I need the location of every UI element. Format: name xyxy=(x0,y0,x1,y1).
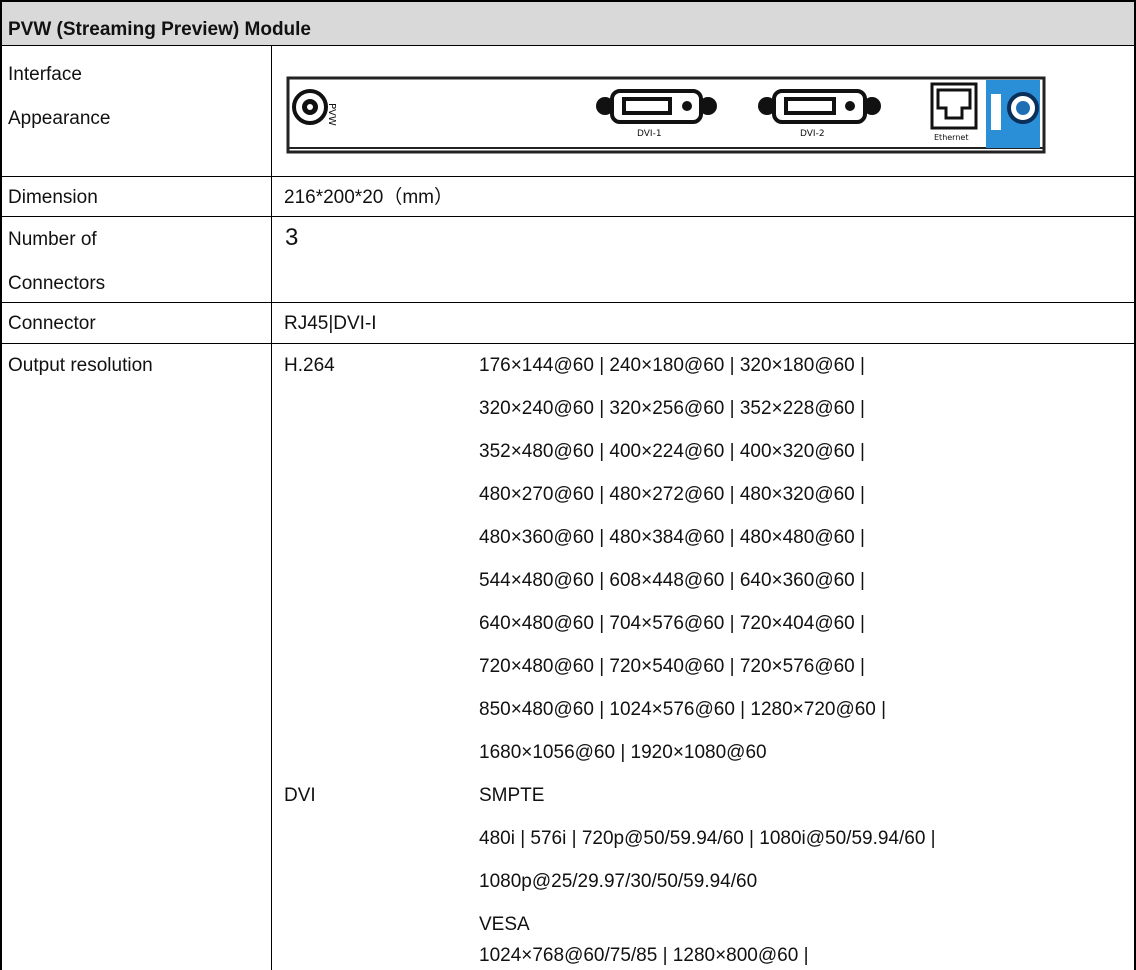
dvi-label: DVI xyxy=(284,785,316,806)
border xyxy=(0,343,1136,344)
resolution-line: 480×360@60 | 480×384@60 | 480×480@60 | xyxy=(479,527,865,548)
panel-side-text: PVW xyxy=(326,103,337,126)
blue-connector-icon xyxy=(986,80,1040,148)
dvi-1-label: DVI-1 xyxy=(637,129,662,139)
border xyxy=(0,216,1136,217)
row-label-connectors: Connectors xyxy=(8,273,106,294)
ethernet-label: Ethernet xyxy=(934,133,968,142)
row-label-appearance: Appearance xyxy=(8,108,111,129)
row-label-number-of: Number of xyxy=(8,229,97,250)
connectors-count: 3 xyxy=(285,224,299,251)
interface-panel-illustration: PVW DVI-1 DVI-2 Ethernet xyxy=(286,76,1046,154)
resolution-line: 176×144@60 | 240×180@60 | 320×180@60 | xyxy=(479,355,865,376)
resolution-line: 480×270@60 | 480×272@60 | 480×320@60 | xyxy=(479,484,865,505)
border xyxy=(0,0,1136,2)
spec-table: PVW (Streaming Preview) Module Interface… xyxy=(0,0,1136,970)
resolution-line: 1080p@25/29.97/30/50/59.94/60 xyxy=(479,871,758,892)
table-title: PVW (Streaming Preview) Module xyxy=(8,19,311,40)
border xyxy=(0,0,2,970)
resolution-line: 640×480@60 | 704×576@60 | 720×404@60 | xyxy=(479,613,865,634)
row-label-dimension: Dimension xyxy=(8,187,98,208)
resolution-line: 1680×1056@60 | 1920×1080@60 xyxy=(479,742,767,763)
row-label-connector: Connector xyxy=(8,313,96,334)
border xyxy=(0,302,1136,303)
resolution-line: 480i | 576i | 720p@50/59.94/60 | 1080i@5… xyxy=(479,828,936,849)
resolution-line: 1024×768@60/75/85 | 1280×800@60 | xyxy=(479,945,809,966)
border xyxy=(0,176,1136,177)
connector-value: RJ45|DVI-I xyxy=(284,313,377,334)
resolution-line: 720×480@60 | 720×540@60 | 720×576@60 | xyxy=(479,656,865,677)
resolution-line: 352×480@60 | 400×224@60 | 400×320@60 | xyxy=(479,441,865,462)
dimension-value: 216*200*20（mm） xyxy=(284,187,453,208)
row-label-interface: Interface xyxy=(8,64,82,85)
dvi-2-label: DVI-2 xyxy=(800,129,825,139)
resolution-line: 544×480@60 | 608×448@60 | 640×360@60 | xyxy=(479,570,865,591)
resolution-line: 850×480@60 | 1024×576@60 | 1280×720@60 | xyxy=(479,699,887,720)
h264-label: H.264 xyxy=(284,355,335,376)
resolution-line: 320×240@60 | 320×256@60 | 352×228@60 | xyxy=(479,398,865,419)
row-label-output-resolution: Output resolution xyxy=(8,355,153,376)
border xyxy=(271,46,272,970)
resolution-line: SMPTE xyxy=(479,785,545,806)
border xyxy=(0,45,1136,46)
resolution-line: VESA xyxy=(479,914,530,935)
